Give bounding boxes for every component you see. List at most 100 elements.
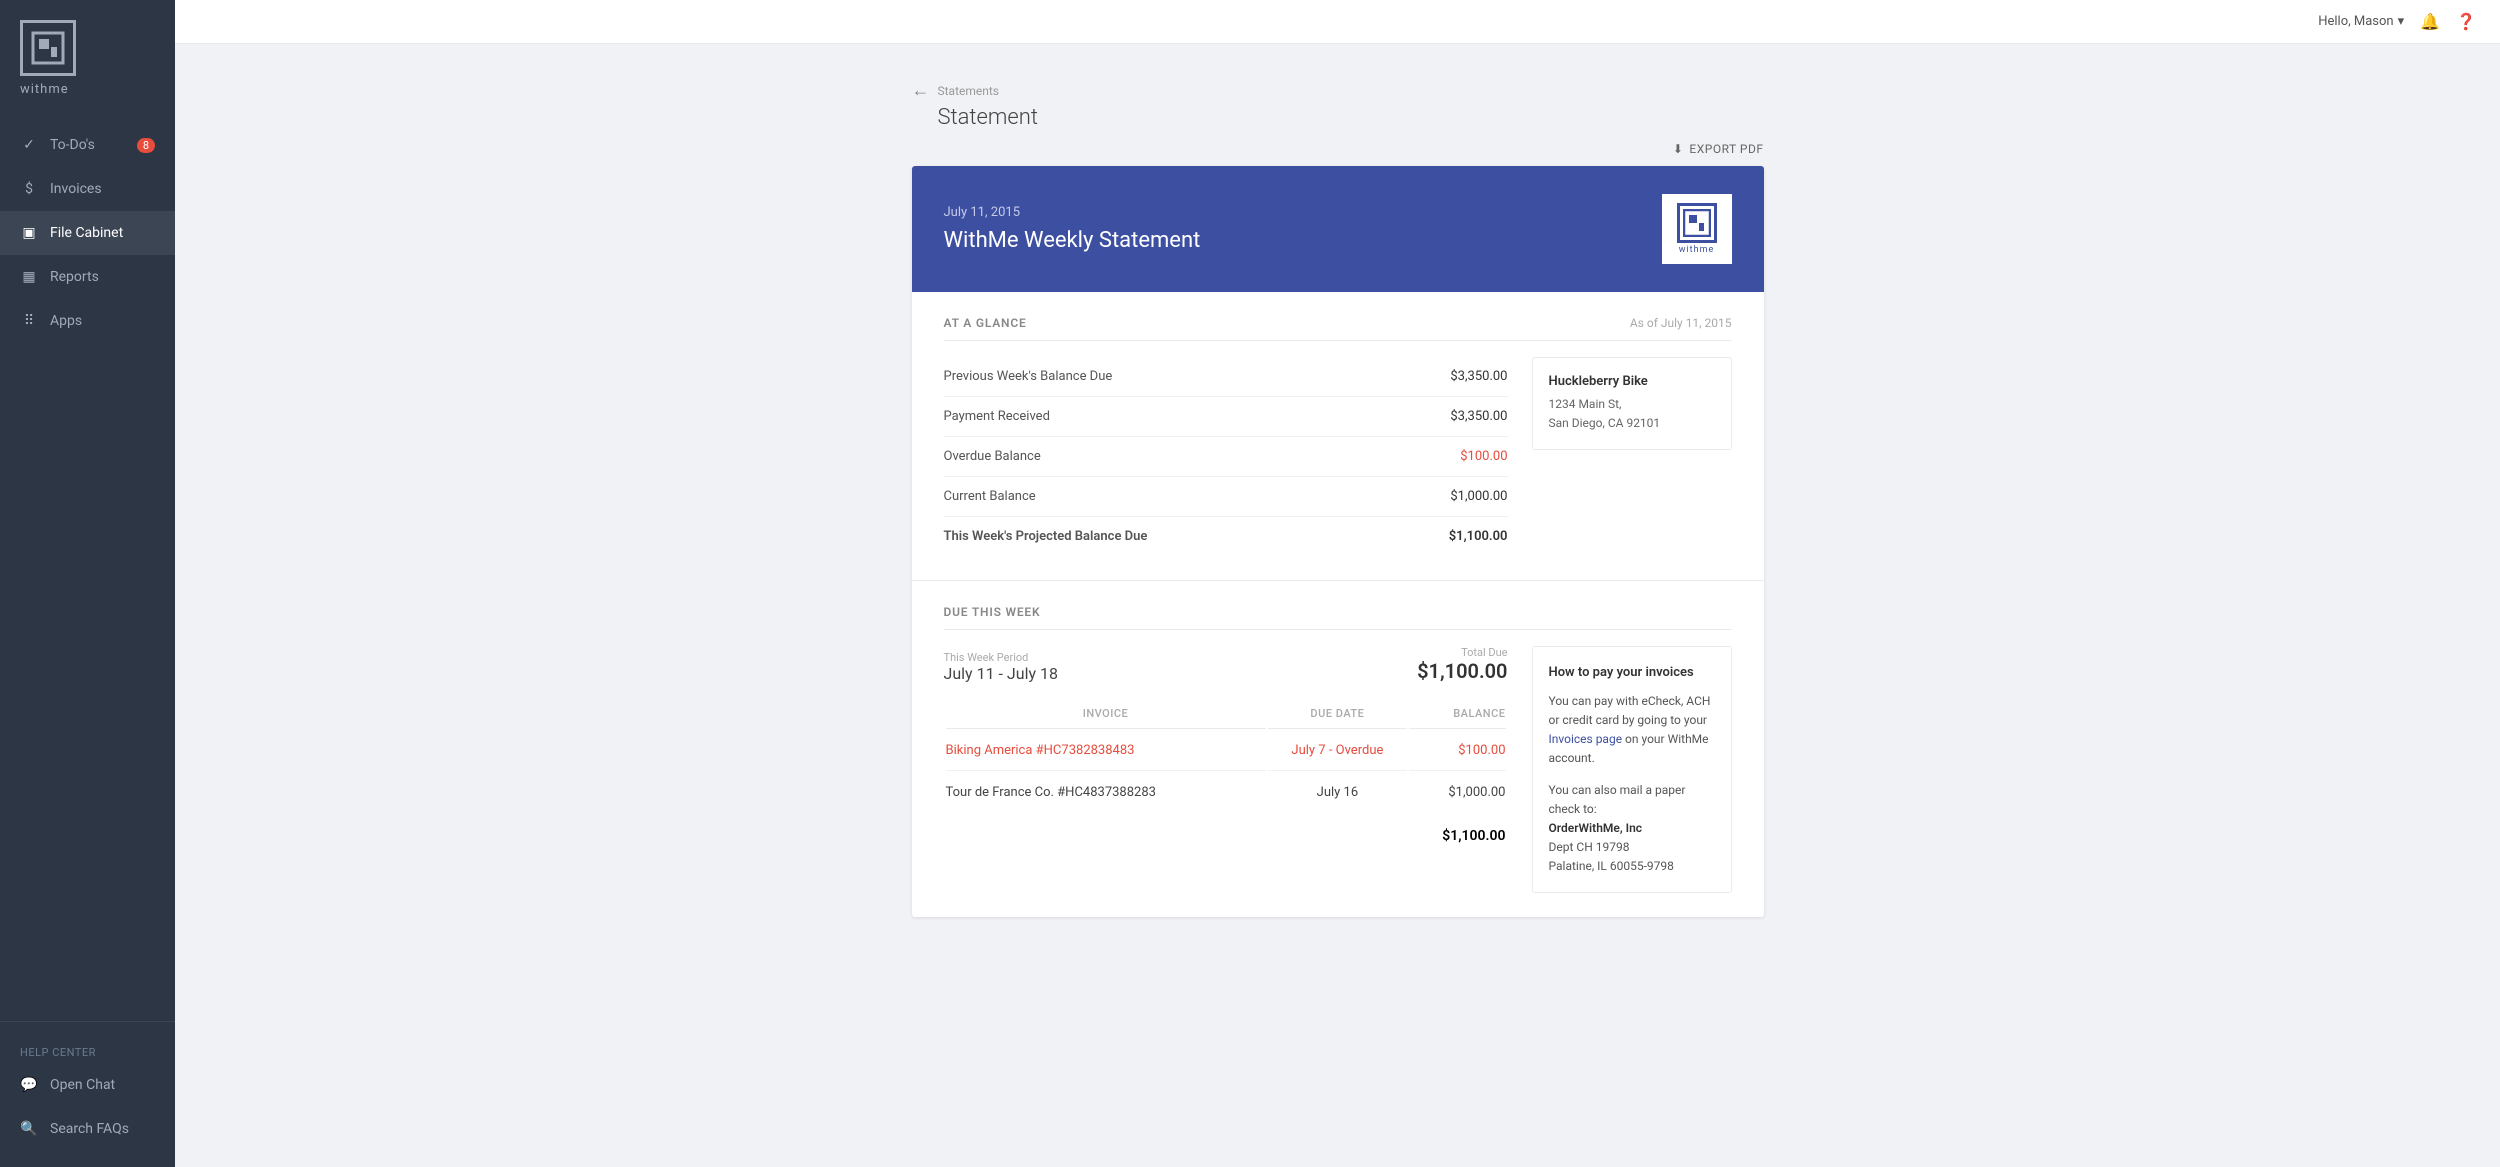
table-row: Biking America #HC7382838483 July 7 - Ov… [946, 731, 1506, 771]
total-due-right: Total Due $1,100.00 [1417, 646, 1507, 683]
chevron-down-icon: ▾ [2398, 14, 2405, 29]
mail-info: You can also mail a paper check to: Orde… [1549, 781, 1715, 877]
glance-layout: Previous Week's Balance Due $3,350.00Pay… [944, 357, 1732, 556]
export-row: ⬇ EXPORT PDF [912, 142, 1764, 156]
glance-row: This Week's Projected Balance Due $1,100… [944, 517, 1508, 556]
pay-info-title: How to pay your invoices [1549, 663, 1715, 684]
invoice-name: Tour de France Co. #HC4837388283 [946, 773, 1266, 812]
glance-value: $1,100.00 [1449, 529, 1508, 544]
address-company: Huckleberry Bike [1549, 374, 1715, 389]
pay-info-text1: You can pay with eCheck, ACH or credit c… [1549, 694, 1711, 727]
invoice-table: INVOICE DUE DATE BALANCE Biking America … [944, 697, 1508, 846]
help-center-label: Help Center [0, 1038, 175, 1063]
week-period-left: This Week Period July 11 - July 18 [944, 651, 1058, 683]
glance-row: Payment Received $3,350.00 [944, 397, 1508, 437]
chat-icon: 💬 [20, 1076, 38, 1094]
due-this-week-section: DUE THIS WEEK This Week Period July 11 -… [912, 580, 1764, 917]
dollar-icon: $ [20, 180, 38, 198]
statement-header-left: July 11, 2015 WithMe Weekly Statement [944, 205, 1201, 253]
back-arrow-icon[interactable]: ← [912, 80, 930, 101]
mail-label: You can also mail a paper check to: [1549, 781, 1715, 819]
search-faqs-label: Search FAQs [50, 1121, 129, 1137]
folder-icon: ▣ [20, 224, 38, 242]
page-title: Statement [938, 105, 1764, 130]
sidebar-item-apps[interactable]: ⠿ Apps [0, 299, 175, 343]
help-icon[interactable]: ❓ [2456, 12, 2476, 31]
sidebar-item-apps-label: Apps [50, 313, 82, 329]
glance-label: Previous Week's Balance Due [944, 369, 1113, 384]
sidebar-item-invoices-label: Invoices [50, 181, 102, 197]
sidebar-logo: withme [0, 0, 175, 113]
statement-header: July 11, 2015 WithMe Weekly Statement wi… [912, 166, 1764, 292]
export-pdf-button[interactable]: ⬇ EXPORT PDF [1673, 142, 1764, 156]
glance-label: This Week's Projected Balance Due [944, 529, 1148, 544]
sidebar-open-chat[interactable]: 💬 Open Chat [0, 1063, 175, 1107]
statement-logo-icon [1677, 203, 1717, 243]
mail-company: OrderWithMe, Inc [1549, 819, 1715, 838]
total-due-label: Total Due [1417, 646, 1507, 659]
due-layout: This Week Period July 11 - July 18 Total… [944, 646, 1732, 893]
download-icon: ⬇ [1673, 142, 1684, 156]
sidebar-item-reports[interactable]: ▦ Reports [0, 255, 175, 299]
glance-label: Current Balance [944, 489, 1036, 504]
at-a-glance-title: AT A GLANCE [944, 316, 1027, 330]
at-a-glance-as-of: As of July 11, 2015 [1630, 316, 1732, 330]
sidebar-item-file-cabinet[interactable]: ▣ File Cabinet [0, 211, 175, 255]
address-line2: San Diego, CA 92101 [1549, 414, 1715, 433]
due-table: This Week Period July 11 - July 18 Total… [944, 646, 1508, 893]
address-line1: 1234 Main St, [1549, 395, 1715, 414]
breadcrumb-parent: Statements [938, 84, 1000, 98]
total-due-amount: $1,100.00 [1417, 659, 1507, 683]
glance-row: Current Balance $1,000.00 [944, 477, 1508, 517]
notification-bell-icon[interactable]: 🔔 [2420, 12, 2440, 31]
invoice-link[interactable]: Biking America #HC7382838483 [946, 743, 1135, 758]
glance-value: $3,350.00 [1450, 409, 1507, 424]
invoice-total-row: $1,100.00 [946, 814, 1506, 844]
statement-date: July 11, 2015 [944, 205, 1201, 220]
statement-card: July 11, 2015 WithMe Weekly Statement wi… [912, 166, 1764, 917]
statement-logo-brand: withme [1679, 245, 1715, 255]
invoice-total-amount: $1,100.00 [1409, 814, 1505, 844]
address-card: Huckleberry Bike 1234 Main St, San Diego… [1532, 357, 1732, 450]
sidebar-bottom: Help Center 💬 Open Chat 🔍 Search FAQs [0, 1021, 175, 1167]
sidebar-item-invoices[interactable]: $ Invoices [0, 167, 175, 211]
todos-badge: 8 [137, 138, 155, 153]
invoices-page-link[interactable]: Invoices page [1549, 732, 1623, 746]
glance-table: Previous Week's Balance Due $3,350.00Pay… [944, 357, 1508, 556]
logo-icon [20, 20, 76, 76]
open-chat-label: Open Chat [50, 1077, 115, 1093]
invoice-due-date: July 16 [1268, 773, 1408, 812]
sidebar-item-reports-label: Reports [50, 269, 99, 285]
grid-icon: ⠿ [20, 312, 38, 330]
col-due-date: DUE DATE [1268, 699, 1408, 729]
pay-info-card: How to pay your invoices You can pay wit… [1532, 646, 1732, 893]
sidebar-item-todos-label: To-Do's [50, 137, 95, 153]
glance-label: Payment Received [944, 409, 1050, 424]
glance-row: Previous Week's Balance Due $3,350.00 [944, 357, 1508, 397]
sidebar-item-todos[interactable]: ✓ To-Do's 8 [0, 123, 175, 167]
search-icon: 🔍 [20, 1120, 38, 1138]
week-period-row: This Week Period July 11 - July 18 Total… [944, 646, 1508, 683]
sidebar-search-faqs[interactable]: 🔍 Search FAQs [0, 1107, 175, 1151]
sidebar-nav: ✓ To-Do's 8 $ Invoices ▣ File Cabinet ▦ … [0, 113, 175, 1021]
topbar: Hello, Mason ▾ 🔔 ❓ [175, 0, 2500, 44]
statement-logo: withme [1662, 194, 1732, 264]
mail-address: Palatine, IL 60055-9798 [1549, 857, 1715, 876]
invoice-name[interactable]: Biking America #HC7382838483 [946, 731, 1266, 771]
week-period-label: This Week Period [944, 651, 1058, 664]
due-this-week-header: DUE THIS WEEK [944, 605, 1732, 630]
mail-dept: Dept CH 19798 [1549, 838, 1715, 857]
logo-text: withme [20, 82, 69, 97]
at-a-glance-section: AT A GLANCE As of July 11, 2015 Previous… [912, 292, 1764, 580]
breadcrumb: ← Statements [912, 80, 1764, 101]
invoice-balance: $1,000.00 [1409, 773, 1505, 812]
sidebar: withme ✓ To-Do's 8 $ Invoices ▣ File Cab… [0, 0, 175, 1167]
due-this-week-title: DUE THIS WEEK [944, 605, 1041, 619]
col-balance: BALANCE [1409, 699, 1505, 729]
week-period-dates: July 11 - July 18 [944, 664, 1058, 683]
invoice-balance: $100.00 [1409, 731, 1505, 771]
at-a-glance-header: AT A GLANCE As of July 11, 2015 [944, 316, 1732, 341]
glance-value: $100.00 [1460, 449, 1507, 464]
user-greeting[interactable]: Hello, Mason ▾ [2318, 14, 2404, 29]
statement-title: WithMe Weekly Statement [944, 228, 1201, 253]
